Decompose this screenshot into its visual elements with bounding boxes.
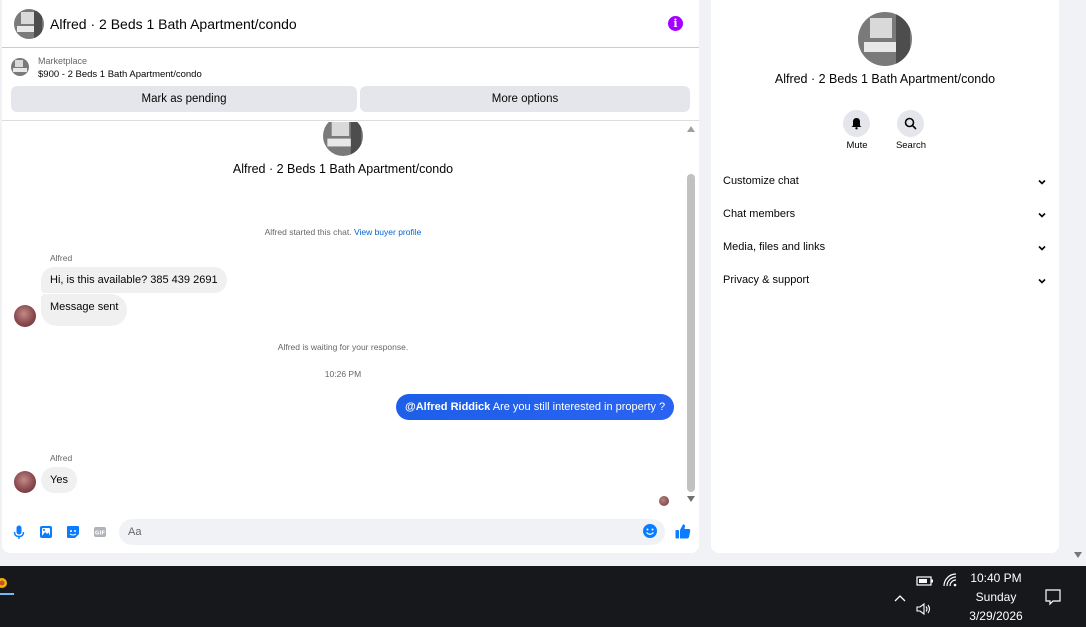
thumbs-up-icon[interactable] (674, 522, 692, 540)
started-note-text: Alfred started this chat. (264, 227, 352, 237)
scroll-up-arrow-icon[interactable] (687, 126, 695, 132)
outgoing-message-bubble[interactable]: @Alfred Riddick Are you still interested… (396, 394, 675, 420)
info-avatar[interactable] (858, 12, 912, 66)
section-media-files-links[interactable]: Media, files and links (723, 241, 1047, 261)
mute-button[interactable] (843, 110, 870, 137)
message-bubble[interactable]: Message sent (41, 294, 128, 326)
volume-icon[interactable] (915, 602, 933, 616)
section-privacy-support[interactable]: Privacy & support (723, 274, 1047, 294)
sticker-icon[interactable] (65, 524, 81, 540)
view-buyer-profile-link[interactable]: View buyer profile (354, 227, 421, 237)
message-input[interactable]: Aa (119, 519, 665, 545)
sender-avatar[interactable] (14, 305, 36, 327)
message-scrollbar[interactable] (685, 122, 697, 512)
gif-icon[interactable]: GIF (92, 524, 108, 540)
chat-title[interactable]: Alfred · 2 Beds 1 Bath Apartment/condo (50, 16, 297, 32)
message-bubble[interactable]: Hi, is this available? 385 439 2691 (41, 267, 227, 293)
chat-header: Alfred · 2 Beds 1 Bath Apartment/condo i (2, 0, 699, 48)
chat-started-note: Alfred started this chat. View buyer pro… (2, 227, 684, 237)
section-label: Chat members (723, 208, 796, 220)
chat-panel: Alfred · 2 Beds 1 Bath Apartment/condo i… (2, 0, 699, 553)
mark-as-pending-button[interactable]: Mark as pending (11, 86, 357, 112)
sender-avatar[interactable] (14, 471, 36, 493)
message-bubble[interactable]: Yes (41, 467, 77, 493)
section-label: Privacy & support (723, 274, 810, 286)
chevron-down-icon (1038, 245, 1046, 251)
listing-source: Marketplace (38, 56, 88, 66)
photo-icon[interactable] (38, 524, 54, 540)
listing-thumbnail[interactable] (11, 58, 29, 76)
taskbar-active-indicator (0, 593, 14, 595)
more-options-button[interactable]: More options (360, 86, 690, 112)
message-timestamp: 10:26 PM (324, 369, 362, 379)
message-thread: Alfred · 2 Beds 1 Bath Apartment/condo A… (2, 122, 684, 512)
page-scroll-down-arrow-icon[interactable] (1074, 552, 1082, 558)
section-customize-chat[interactable]: Customize chat (723, 175, 1047, 195)
outgoing-message-text: Are you still interested in property ? (492, 401, 666, 413)
notification-icon[interactable] (1044, 588, 1062, 606)
chevron-down-icon (1038, 179, 1046, 185)
section-label: Customize chat (723, 175, 799, 187)
chevron-down-icon (1038, 212, 1046, 218)
read-receipt-avatar (659, 496, 669, 506)
sender-name: Alfred (50, 253, 73, 263)
section-label: Media, files and links (723, 241, 826, 253)
wifi-icon[interactable] (942, 572, 958, 588)
clock-time[interactable]: 10:40 PM (960, 571, 1032, 585)
microphone-icon[interactable] (11, 524, 27, 540)
svg-text:GIF: GIF (95, 531, 106, 537)
bell-icon (851, 118, 862, 130)
clock-day[interactable]: Sunday (960, 590, 1032, 604)
mute-label: Mute (846, 140, 868, 151)
chevron-down-icon (1038, 278, 1046, 284)
info-title: Alfred · 2 Beds 1 Bath Apartment/condo (774, 72, 996, 86)
listing-price-title[interactable]: $900 - 2 Beds 1 Bath Apartment/condo (38, 69, 202, 80)
info-icon[interactable]: i (668, 16, 683, 31)
message-composer: GIF Aa (2, 515, 699, 549)
conversation-title: Alfred · 2 Beds 1 Bath Apartment/condo (232, 162, 454, 176)
listing-bar: Marketplace $900 - 2 Beds 1 Bath Apartme… (2, 49, 699, 121)
taskbar: 10:40 PM Sunday 3/29/2026 (0, 566, 1086, 627)
search-label: Search (895, 140, 927, 151)
battery-icon[interactable] (916, 574, 934, 588)
waiting-note: Alfred is waiting for your response. (277, 342, 409, 352)
section-chat-members[interactable]: Chat members (723, 208, 1047, 228)
conversation-avatar (323, 122, 363, 156)
chevron-up-icon[interactable] (893, 592, 907, 606)
sender-name: Alfred (50, 453, 73, 463)
emoji-icon[interactable] (642, 523, 658, 539)
listing-avatar[interactable] (14, 9, 44, 39)
search-button[interactable] (897, 110, 924, 137)
clock-date[interactable]: 3/29/2026 (960, 609, 1032, 623)
scroll-thumb[interactable] (687, 174, 695, 492)
chat-info-panel: Alfred · 2 Beds 1 Bath Apartment/condo M… (711, 0, 1059, 553)
search-icon (904, 117, 917, 130)
scroll-down-arrow-icon[interactable] (687, 496, 695, 502)
mention[interactable]: @Alfred Riddick (405, 401, 490, 413)
